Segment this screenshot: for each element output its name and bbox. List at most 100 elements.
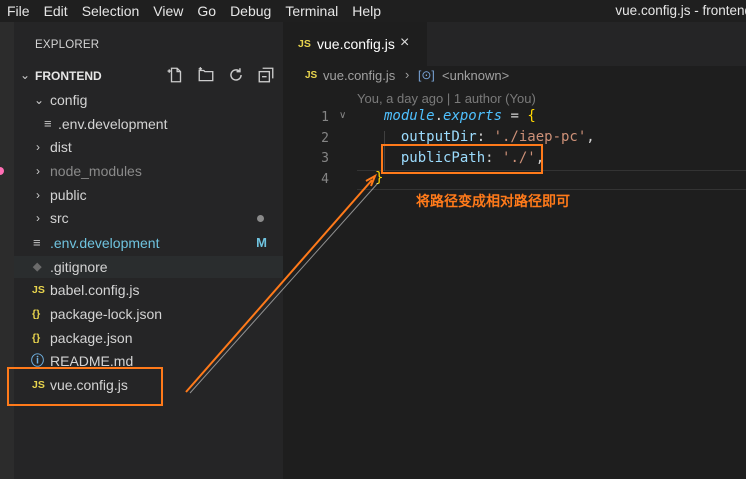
menu-help[interactable]: Help	[345, 0, 388, 22]
code-line-1[interactable]: module.exports = {	[384, 108, 536, 124]
breadcrumb-symbol[interactable]: <unknown>	[442, 68, 509, 83]
section-label: FRONTEND	[35, 69, 102, 83]
token-key: publicPath	[400, 150, 486, 166]
tree-file-env-development[interactable]: ≡ .env.development M	[14, 232, 283, 254]
menu-selection[interactable]: Selection	[75, 0, 147, 22]
explorer-sidebar: EXPLORER ⌄ FRONTEND ⌄ config ≡ .env.deve…	[14, 22, 283, 479]
breadcrumb-separator: ›	[405, 67, 410, 82]
token-key: outputDir	[400, 129, 477, 145]
js-file-icon: JS	[298, 38, 311, 50]
chevron-down-icon[interactable]: ⌄	[20, 68, 30, 82]
token-comma: ,	[535, 150, 545, 166]
tree-folder-node-modules[interactable]: › node_modules	[14, 160, 283, 182]
symbol-object-icon: [⊙]	[418, 68, 435, 82]
js-file-icon: JS	[32, 379, 45, 391]
tree-label: public	[50, 187, 87, 203]
activity-badge-icon[interactable]	[0, 167, 4, 175]
tree-folder-src[interactable]: › src	[14, 207, 283, 229]
line-number: 3	[321, 151, 329, 166]
menu-debug[interactable]: Debug	[223, 0, 278, 22]
chevron-right-icon: ›	[36, 211, 40, 225]
new-file-icon[interactable]	[167, 66, 185, 84]
file-lines-icon: ≡	[33, 235, 41, 250]
menubar: File Edit Selection View Go Debug Termin…	[0, 0, 746, 22]
tab-label: vue.config.js	[317, 36, 395, 52]
tree-label: package.json	[50, 330, 133, 346]
modified-dot-icon	[257, 215, 264, 222]
token-module: module	[384, 108, 435, 124]
breadcrumb-file[interactable]: vue.config.js	[323, 68, 395, 83]
tree-file-gitignore[interactable]: ◆ .gitignore	[14, 256, 283, 278]
tree-file-package-json[interactable]: {} package.json	[14, 327, 283, 349]
chevron-right-icon: ›	[36, 140, 40, 154]
json-file-icon: {}	[32, 308, 41, 320]
collapse-all-icon[interactable]	[257, 66, 275, 84]
explorer-section-header[interactable]: ⌄ FRONTEND	[14, 64, 283, 86]
tree-file-babel-config[interactable]: JS babel.config.js	[14, 279, 283, 301]
tree-label: babel.config.js	[50, 282, 140, 298]
file-lines-icon: ≡	[44, 116, 52, 131]
tree-label: .gitignore	[50, 259, 108, 275]
tree-label: .env.development	[58, 116, 168, 132]
breadcrumb: JS vue.config.js › [⊙] <unknown>	[283, 66, 746, 88]
new-folder-icon[interactable]	[197, 66, 215, 84]
tree-label: .env.development	[50, 235, 160, 251]
tree-label: dist	[50, 139, 72, 155]
menu-file[interactable]: File	[0, 0, 37, 22]
tree-label: node_modules	[50, 163, 142, 179]
menu-go[interactable]: Go	[190, 0, 223, 22]
activity-bar	[0, 22, 14, 479]
token-string: './iaep-pc'	[493, 129, 587, 145]
code-line-2[interactable]: outputDir: './iaep-pc',	[384, 129, 595, 145]
section-actions	[167, 66, 275, 84]
tree-folder-config[interactable]: ⌄ config	[14, 89, 283, 111]
tree-label: package-lock.json	[50, 306, 163, 322]
menu-view[interactable]: View	[146, 0, 190, 22]
tree-label: README.md	[50, 353, 134, 369]
token-open-brace: {	[527, 108, 536, 124]
info-icon: ⓘ	[31, 353, 45, 368]
menu-terminal[interactable]: Terminal	[278, 0, 345, 22]
git-blame-codelens[interactable]: You, a day ago | 1 author (You)	[357, 91, 536, 106]
chevron-right-icon: ›	[36, 164, 40, 178]
js-file-icon: JS	[305, 70, 318, 81]
fold-chevron-icon[interactable]: ∨	[339, 110, 346, 121]
git-icon: ◆	[33, 261, 42, 273]
window-title: vue.config.js - frontend	[615, 3, 746, 18]
tree-label: src	[50, 210, 69, 226]
annotation-text: 将路径变成相对路径即可	[416, 193, 570, 209]
token-close-brace: }	[375, 170, 384, 186]
token-colon: :	[476, 129, 494, 145]
tree-folder-public[interactable]: › public	[14, 184, 283, 206]
token-string: './'	[502, 150, 536, 166]
token-dot: .	[434, 108, 444, 124]
chevron-down-icon: ⌄	[34, 93, 45, 107]
code-line-3[interactable]: publicPath: './',	[384, 150, 544, 166]
line-number: 2	[321, 131, 329, 146]
tree-file-readme[interactable]: ⓘ README.md	[14, 350, 283, 372]
tree-label: vue.config.js	[50, 377, 128, 393]
close-icon[interactable]: ×	[400, 34, 409, 52]
refresh-icon[interactable]	[227, 66, 245, 84]
code-line-4[interactable]: }	[375, 170, 383, 186]
token-comma: ,	[586, 129, 595, 145]
tab-bar: JS vue.config.js ×	[283, 22, 746, 66]
editor-area: JS vue.config.js × JS vue.config.js › [⊙…	[283, 22, 746, 479]
tree-folder-dist[interactable]: › dist	[14, 136, 283, 158]
token-equals: =	[502, 108, 528, 124]
line-number: 4	[321, 172, 329, 187]
current-line-highlight	[357, 170, 746, 190]
tab-vue-config[interactable]: JS vue.config.js ×	[283, 22, 427, 66]
line-number: 1	[321, 110, 329, 125]
token-exports: exports	[443, 108, 503, 124]
tree-file-package-lock[interactable]: {} package-lock.json	[14, 303, 283, 325]
git-modified-badge: M	[256, 235, 267, 250]
token-colon: :	[485, 150, 503, 166]
tree-file-vue-config[interactable]: JS vue.config.js	[14, 374, 283, 396]
tree-file-env-development-config[interactable]: ≡ .env.development	[14, 113, 283, 135]
explorer-title: EXPLORER	[35, 39, 100, 51]
tree-label: config	[50, 92, 88, 108]
json-file-icon: {}	[32, 332, 41, 344]
chevron-right-icon: ›	[36, 188, 40, 202]
menu-edit[interactable]: Edit	[37, 0, 75, 22]
